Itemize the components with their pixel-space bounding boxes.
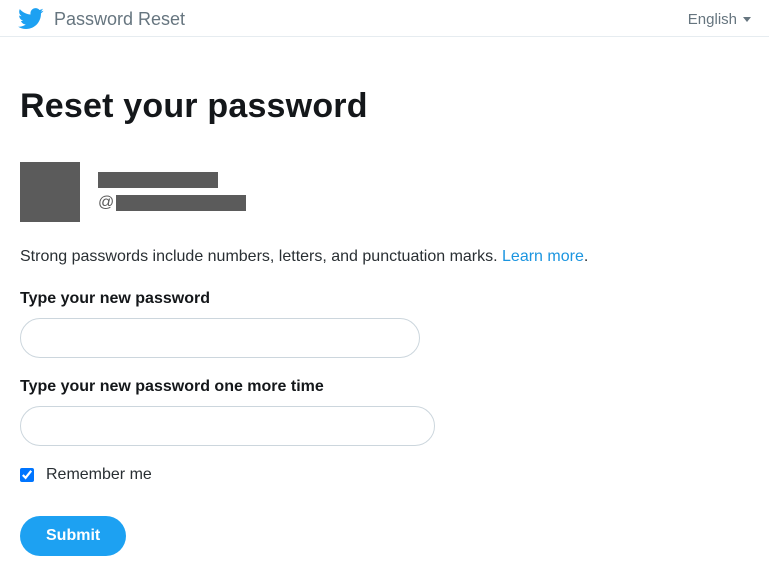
learn-more-link[interactable]: Learn more bbox=[502, 248, 584, 265]
language-label: English bbox=[688, 11, 737, 28]
topbar-left: Password Reset bbox=[18, 8, 185, 30]
brand-title: Password Reset bbox=[54, 9, 185, 30]
avatar bbox=[20, 162, 80, 222]
user-handle-redacted bbox=[116, 195, 246, 211]
at-symbol: @ bbox=[98, 194, 114, 212]
user-name-redacted bbox=[98, 172, 218, 188]
confirm-password-input[interactable] bbox=[20, 406, 435, 446]
topbar: Password Reset English bbox=[0, 0, 769, 37]
user-meta: @ bbox=[98, 172, 246, 212]
password-hint: Strong passwords include numbers, letter… bbox=[20, 248, 749, 266]
remember-me-label: Remember me bbox=[46, 466, 152, 484]
new-password-field-wrap: Type your new password bbox=[20, 290, 749, 358]
confirm-password-label: Type your new password one more time bbox=[20, 378, 749, 396]
confirm-password-field-wrap: Type your new password one more time bbox=[20, 378, 749, 446]
main-content: Reset your password @ Strong passwords i… bbox=[0, 87, 769, 556]
user-row: @ bbox=[20, 162, 749, 222]
hint-suffix: . bbox=[584, 248, 588, 265]
user-handle-row: @ bbox=[98, 194, 246, 212]
page-title: Reset your password bbox=[20, 87, 749, 126]
remember-me-checkbox[interactable] bbox=[20, 468, 34, 482]
new-password-label: Type your new password bbox=[20, 290, 749, 308]
submit-button[interactable]: Submit bbox=[20, 516, 126, 556]
twitter-bird-icon bbox=[18, 8, 44, 30]
new-password-input[interactable] bbox=[20, 318, 420, 358]
remember-me-row: Remember me bbox=[20, 466, 749, 484]
chevron-down-icon bbox=[743, 17, 751, 22]
language-selector[interactable]: English bbox=[688, 11, 751, 28]
hint-text: Strong passwords include numbers, letter… bbox=[20, 248, 502, 265]
